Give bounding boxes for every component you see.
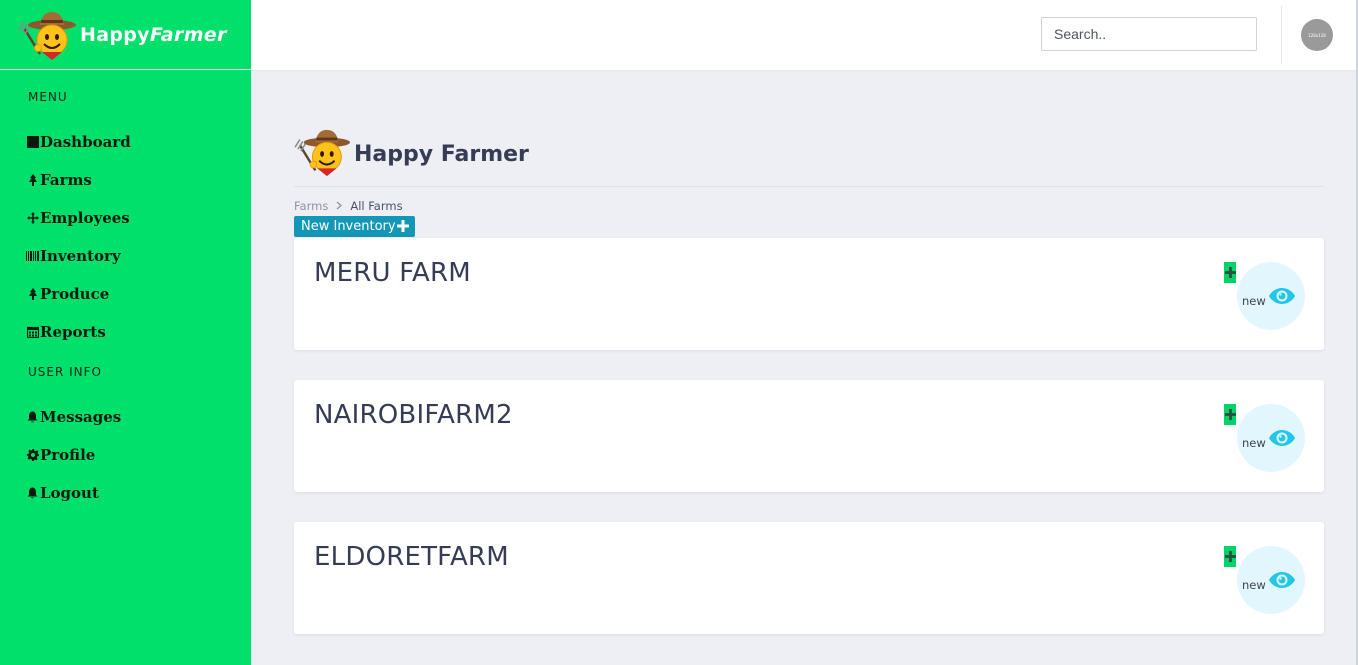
sidebar: HappyFarmer MENU Dashboard Farms Employe…	[0, 0, 251, 665]
page-title: Happy Farmer	[354, 141, 529, 167]
sidebar-item-label: Messages	[40, 408, 122, 426]
eye-icon	[1269, 430, 1295, 446]
sidebar-item-label: Produce	[40, 285, 110, 303]
sidebar-item-label: Profile	[40, 446, 96, 464]
avatar[interactable]: 128x128	[1301, 19, 1333, 51]
bell-icon	[26, 486, 39, 500]
divider	[294, 186, 1324, 187]
sidebar-item-employees[interactable]: Employees	[0, 199, 251, 237]
farm-name: ELDORETFARM	[314, 542, 509, 572]
plus-icon	[1224, 409, 1236, 420]
gear-icon	[26, 448, 39, 462]
farm-name: NAIROBIFARM2	[314, 400, 513, 430]
barcode-icon	[26, 249, 39, 263]
square-icon	[26, 135, 39, 149]
add-button[interactable]	[1224, 404, 1236, 425]
sidebar-item-inventory[interactable]: Inventory	[0, 237, 251, 275]
view-button[interactable]: new	[1237, 546, 1305, 614]
plus-icon	[396, 219, 409, 235]
brand-name: HappyFarmer	[80, 23, 227, 46]
sidebar-item-label: Employees	[40, 209, 130, 227]
sidebar-item-label: Reports	[40, 323, 106, 341]
view-label: new	[1242, 436, 1266, 450]
sidebar-item-messages[interactable]: Messages	[0, 398, 251, 436]
sidebar-item-label: Logout	[40, 484, 99, 502]
sidebar-item-label: Inventory	[40, 247, 121, 265]
tree-icon	[26, 287, 39, 301]
sidebar-item-label: Farms	[40, 171, 92, 189]
calendar-icon	[26, 325, 39, 339]
view-button[interactable]: new	[1237, 404, 1305, 472]
breadcrumb-current: All Farms	[350, 199, 403, 213]
farm-card: MERU FARM new	[294, 238, 1324, 350]
eye-icon	[1269, 572, 1295, 588]
chevron-right-icon	[336, 200, 343, 213]
plus-icon	[1224, 267, 1236, 278]
farm-name: MERU FARM	[314, 258, 471, 288]
sidebar-item-farms[interactable]: Farms	[0, 161, 251, 199]
topbar: 128x128	[251, 0, 1356, 70]
farm-card: NAIROBIFARM2 new	[294, 380, 1324, 492]
breadcrumb: Farms All Farms	[294, 199, 403, 213]
new-inventory-label: New Inventory	[301, 219, 396, 234]
topbar-divider	[1281, 6, 1282, 64]
add-button[interactable]	[1224, 262, 1236, 283]
tree-icon	[26, 173, 39, 187]
sidebar-item-profile[interactable]: Profile	[0, 436, 251, 474]
plus-icon	[1224, 551, 1236, 562]
sidebar-item-dashboard[interactable]: Dashboard	[0, 123, 251, 161]
farm-card: ELDORETFARM new	[294, 522, 1324, 634]
new-inventory-button[interactable]: New Inventory	[294, 216, 415, 237]
farmer-logo-icon	[18, 8, 80, 64]
search-input[interactable]	[1041, 17, 1257, 51]
sidebar-item-produce[interactable]: Produce	[0, 275, 251, 313]
view-label: new	[1242, 578, 1266, 592]
view-button[interactable]: new	[1237, 262, 1305, 330]
sidebar-item-reports[interactable]: Reports	[0, 313, 251, 351]
sidebar-item-label: Dashboard	[40, 133, 131, 151]
farmer-logo-icon	[293, 126, 355, 180]
add-button[interactable]	[1224, 546, 1236, 567]
eye-icon	[1269, 288, 1295, 304]
user-info-heading: USER INFO	[28, 365, 102, 379]
sidebar-item-logout[interactable]: Logout	[0, 474, 251, 512]
breadcrumb-farms-link[interactable]: Farms	[294, 199, 328, 213]
move-arrows-icon	[26, 211, 39, 225]
view-label: new	[1242, 294, 1266, 308]
brand[interactable]: HappyFarmer	[0, 0, 251, 70]
page-header: Happy Farmer	[293, 126, 529, 180]
menu-heading: MENU	[28, 90, 68, 104]
bell-icon	[26, 410, 39, 424]
